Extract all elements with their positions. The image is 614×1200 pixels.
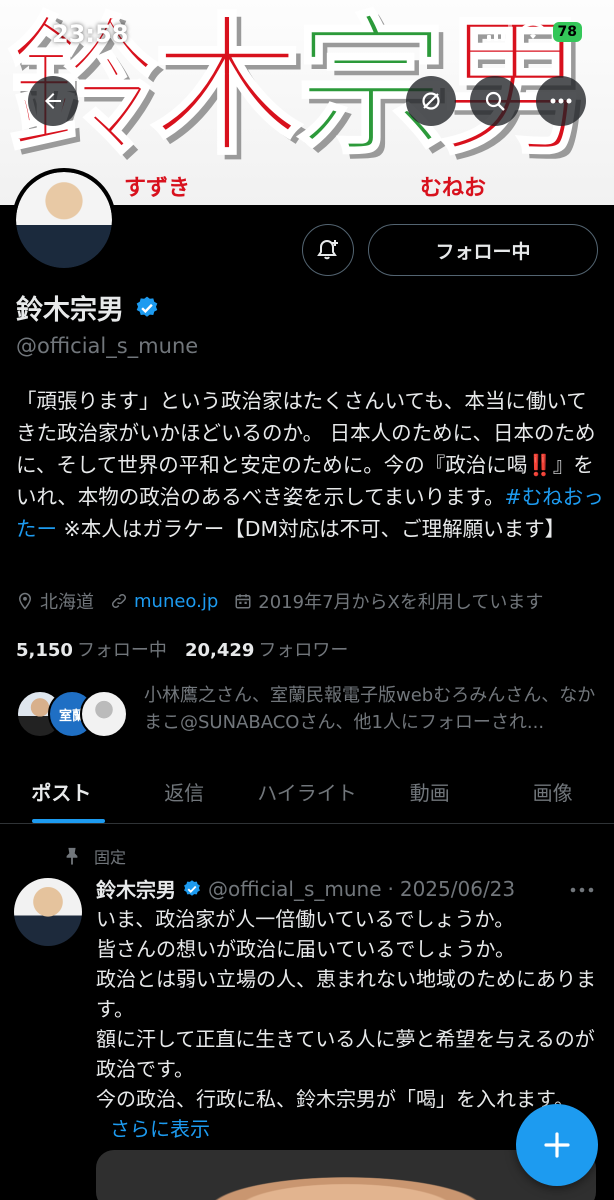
following-count-link[interactable]: 5,150 フォロー中	[16, 636, 167, 662]
plus-icon	[544, 1132, 570, 1158]
grok-button[interactable]	[406, 76, 456, 126]
pinned-indicator: 固定	[64, 844, 126, 868]
notification-bell-button[interactable]	[302, 224, 354, 276]
website-link[interactable]: muneo.jp	[134, 591, 218, 612]
profile-avatar[interactable]	[12, 168, 116, 272]
more-options-button[interactable]	[536, 76, 586, 126]
followers-you-know[interactable]: 室蘭 小林鷹之さん、室蘭民報電子版webむろみんさん、なかまこ@SUNABACO…	[16, 682, 606, 746]
location-pin-icon	[18, 592, 32, 610]
profile-meta: 北海道 muneo.jp 2019年7月からXを利用しています	[16, 588, 543, 614]
verified-badge-icon[interactable]	[134, 295, 160, 321]
post-author-handle: @official_s_mune	[208, 876, 382, 901]
profile-bio: 「頑張ります」という政治家はたくさんいても、本当に働いてきた政治家がいかほどいる…	[16, 385, 606, 545]
back-button[interactable]	[28, 76, 78, 126]
location-text: 北海道	[40, 592, 94, 613]
post-line: 額に汗して正直に生きている人に夢と希望を与えるのが政治です。	[96, 1027, 595, 1081]
banner-furigana-left: すずき	[124, 176, 191, 201]
wifi-icon	[521, 23, 545, 39]
battery-indicator: 78	[552, 22, 582, 42]
tab-posts[interactable]: ポスト	[0, 760, 123, 823]
banner-furigana-right: むねお	[420, 176, 487, 201]
post-author-avatar[interactable]	[14, 878, 82, 946]
bio-text-1: 「頑張ります」という政治家はたくさんいても、本当に働いてきた政治家がいかほどいる…	[16, 389, 596, 477]
follower-avatar	[80, 690, 128, 738]
grok-icon	[422, 92, 440, 110]
following-label: フォロー中	[76, 640, 167, 661]
post-line: 政治とは弱い立場の人、恵まれない地域のためにあります。	[96, 967, 596, 1021]
followers-label: フォロワー	[258, 640, 349, 661]
calendar-icon	[235, 594, 251, 609]
signal-icon	[486, 23, 512, 41]
verified-badge-icon	[184, 879, 200, 896]
bio-text-3: ※本人はガラケー【DM対応は不可、ご理解願います】	[57, 517, 566, 541]
followers-you-know-text: 小林鷹之さん、室蘭民報電子版webむろみんさん、なかまこ@SUNABACOさん、…	[144, 685, 596, 733]
post-more-button[interactable]	[570, 874, 594, 898]
followers-avatars: 室蘭	[16, 690, 132, 738]
profile-tabs: ポスト 返信 ハイライト 動画 画像	[0, 760, 614, 824]
show-more-link[interactable]: さらに表示	[110, 1117, 210, 1141]
more-icon	[550, 98, 572, 104]
post-text[interactable]: いま、政治家が人一倍働いているでしょうか。 皆さんの想いが政治に届いているでしょ…	[96, 904, 606, 1144]
follow-counts: 5,150 フォロー中 20,429 フォロワー	[16, 636, 348, 662]
following-count: 5,150	[16, 640, 73, 661]
joined-text: 2019年7月からXを利用しています	[258, 592, 544, 613]
compose-post-button[interactable]	[516, 1104, 598, 1186]
post-line: 皆さんの想いが政治に届いているでしょうか。	[96, 937, 515, 961]
followers-count-link[interactable]: 20,429 フォロワー	[185, 636, 348, 662]
link-icon	[111, 593, 127, 609]
post-author-name[interactable]: 鈴木宗男	[96, 874, 176, 903]
profile-display-name: 鈴木宗男	[16, 288, 160, 327]
post-line: いま、政治家が人一倍働いているでしょうか。	[96, 907, 515, 931]
search-icon	[485, 91, 505, 111]
pin-icon	[66, 847, 78, 865]
tab-images[interactable]: 画像	[491, 760, 614, 823]
tab-videos[interactable]: 動画	[368, 760, 491, 823]
status-bar: 23:58 78	[0, 16, 614, 52]
bio-emphasis-mark: ‼️	[527, 453, 553, 477]
avatar-photo	[16, 172, 112, 268]
profile-handle: @official_s_mune	[16, 334, 199, 358]
joined-item: 2019年7月からXを利用しています	[234, 588, 543, 614]
tab-replies[interactable]: 返信	[123, 760, 246, 823]
followers-count: 20,429	[184, 640, 255, 661]
search-button[interactable]	[470, 76, 520, 126]
website-item[interactable]: muneo.jp	[110, 591, 218, 612]
status-time: 23:58	[52, 20, 129, 48]
following-button[interactable]: フォロー中	[368, 224, 598, 276]
post-line: 今の政治、行政に私、鈴木宗男が「喝」を入れます。	[96, 1087, 574, 1111]
tab-highlights[interactable]: ハイライト	[246, 760, 369, 823]
pinned-label: 固定	[94, 848, 127, 867]
more-icon	[570, 887, 594, 893]
arrow-left-icon	[45, 93, 61, 109]
post-header: 鈴木宗男 @official_s_mune · 2025/06/23	[96, 874, 515, 903]
location-item: 北海道	[16, 588, 94, 614]
bell-plus-icon	[317, 239, 338, 260]
post-separator: ·	[387, 876, 394, 901]
display-name-text: 鈴木宗男	[16, 295, 124, 326]
status-icons: 78	[486, 22, 582, 42]
post-date[interactable]: 2025/06/23	[400, 877, 515, 901]
